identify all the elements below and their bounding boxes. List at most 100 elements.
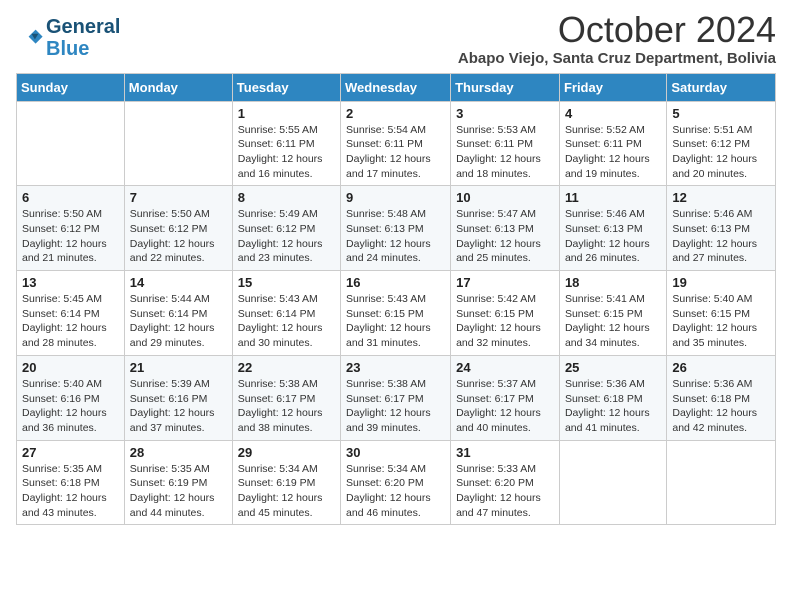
day-info: Sunrise: 5:33 AMSunset: 6:20 PMDaylight:… xyxy=(456,462,554,521)
day-info: Sunrise: 5:54 AMSunset: 6:11 PMDaylight:… xyxy=(346,123,445,182)
calendar-cell: 8Sunrise: 5:49 AMSunset: 6:12 PMDaylight… xyxy=(232,186,340,271)
calendar-cell: 31 Sunrise: 5:33 AMSunset: 6:20 PMDayligh… xyxy=(451,440,560,525)
day-number: 11 xyxy=(565,190,661,205)
calendar-cell: 7 Sunrise: 5:50 AMSunset: 6:12 PMDaylight… xyxy=(124,186,232,271)
calendar-cell: 26 Sunrise: 5:36 AMSunset: 6:18 PMDayligh… xyxy=(667,355,776,440)
day-info: Sunrise: 5:34 AMSunset: 6:19 PMDaylight:… xyxy=(238,462,335,521)
col-saturday: Saturday xyxy=(667,73,776,101)
page: General Blue October 2024 Abapo Viejo, S… xyxy=(0,0,792,541)
day-number: 29 xyxy=(238,445,335,460)
day-number: 10 xyxy=(456,190,554,205)
day-number: 25 xyxy=(565,360,661,375)
calendar-week-5: 27 Sunrise: 5:35 AMSunset: 6:18 PMDayligh… xyxy=(17,440,776,525)
calendar-body: 1Sunrise: 5:55 AMSunset: 6:11 PMDaylight… xyxy=(17,101,776,525)
subtitle: Abapo Viejo, Santa Cruz Department, Boli… xyxy=(458,50,776,67)
calendar-cell: 15 Sunrise: 5:43 AMSunset: 6:14 PMDayligh… xyxy=(232,271,340,356)
day-info: Sunrise: 5:50 AMSunset: 6:12 PMDaylight:… xyxy=(130,207,227,266)
calendar-cell: 2 Sunrise: 5:54 AMSunset: 6:11 PMDaylight… xyxy=(341,101,451,186)
day-number: 2 xyxy=(346,106,445,121)
calendar-cell: 24 Sunrise: 5:37 AMSunset: 6:17 PMDayligh… xyxy=(451,355,560,440)
day-info: Sunrise: 5:40 AMSunset: 6:15 PMDaylight:… xyxy=(672,292,770,351)
day-info: Sunrise: 5:45 AMSunset: 6:14 PMDaylight:… xyxy=(22,292,119,351)
calendar-cell: 23 Sunrise: 5:38 AMSunset: 6:17 PMDayligh… xyxy=(341,355,451,440)
calendar-cell xyxy=(124,101,232,186)
calendar-cell: 22 Sunrise: 5:38 AMSunset: 6:17 PMDayligh… xyxy=(232,355,340,440)
calendar-week-1: 1Sunrise: 5:55 AMSunset: 6:11 PMDaylight… xyxy=(17,101,776,186)
calendar-week-2: 6 Sunrise: 5:50 AMSunset: 6:12 PMDaylight… xyxy=(17,186,776,271)
calendar-cell: 17Sunrise: 5:42 AMSunset: 6:15 PMDayligh… xyxy=(451,271,560,356)
day-number: 6 xyxy=(22,190,119,205)
day-info: Sunrise: 5:36 AMSunset: 6:18 PMDaylight:… xyxy=(672,377,770,436)
calendar-header-row: Sunday Monday Tuesday Wednesday Thursday… xyxy=(17,73,776,101)
day-number: 18 xyxy=(565,275,661,290)
day-info: Sunrise: 5:46 AMSunset: 6:13 PMDaylight:… xyxy=(565,207,661,266)
day-number: 14 xyxy=(130,275,227,290)
day-number: 24 xyxy=(456,360,554,375)
day-number: 27 xyxy=(22,445,119,460)
day-number: 23 xyxy=(346,360,445,375)
day-info: Sunrise: 5:37 AMSunset: 6:17 PMDaylight:… xyxy=(456,377,554,436)
day-info: Sunrise: 5:34 AMSunset: 6:20 PMDaylight:… xyxy=(346,462,445,521)
day-info: Sunrise: 5:51 AMSunset: 6:12 PMDaylight:… xyxy=(672,123,770,182)
day-number: 31 xyxy=(456,445,554,460)
calendar-cell: 14Sunrise: 5:44 AMSunset: 6:14 PMDayligh… xyxy=(124,271,232,356)
day-number: 30 xyxy=(346,445,445,460)
day-info: Sunrise: 5:36 AMSunset: 6:18 PMDaylight:… xyxy=(565,377,661,436)
col-monday: Monday xyxy=(124,73,232,101)
calendar-cell: 4 Sunrise: 5:52 AMSunset: 6:11 PMDaylight… xyxy=(559,101,666,186)
day-info: Sunrise: 5:47 AMSunset: 6:13 PMDaylight:… xyxy=(456,207,554,266)
day-info: Sunrise: 5:41 AMSunset: 6:15 PMDaylight:… xyxy=(565,292,661,351)
day-info: Sunrise: 5:43 AMSunset: 6:15 PMDaylight:… xyxy=(346,292,445,351)
day-number: 26 xyxy=(672,360,770,375)
col-wednesday: Wednesday xyxy=(341,73,451,101)
day-info: Sunrise: 5:38 AMSunset: 6:17 PMDaylight:… xyxy=(238,377,335,436)
col-sunday: Sunday xyxy=(17,73,125,101)
day-number: 13 xyxy=(22,275,119,290)
calendar-cell: 6 Sunrise: 5:50 AMSunset: 6:12 PMDaylight… xyxy=(17,186,125,271)
calendar-cell: 1Sunrise: 5:55 AMSunset: 6:11 PMDaylight… xyxy=(232,101,340,186)
day-info: Sunrise: 5:53 AMSunset: 6:11 PMDaylight:… xyxy=(456,123,554,182)
day-number: 16 xyxy=(346,275,445,290)
calendar-cell: 18 Sunrise: 5:41 AMSunset: 6:15 PMDayligh… xyxy=(559,271,666,356)
calendar-cell: 30 Sunrise: 5:34 AMSunset: 6:20 PMDayligh… xyxy=(341,440,451,525)
day-number: 28 xyxy=(130,445,227,460)
calendar-week-3: 13 Sunrise: 5:45 AMSunset: 6:14 PMDayligh… xyxy=(17,271,776,356)
day-info: Sunrise: 5:46 AMSunset: 6:13 PMDaylight:… xyxy=(672,207,770,266)
col-thursday: Thursday xyxy=(451,73,560,101)
calendar-cell xyxy=(667,440,776,525)
day-info: Sunrise: 5:52 AMSunset: 6:11 PMDaylight:… xyxy=(565,123,661,182)
title-block: October 2024 Abapo Viejo, Santa Cruz Dep… xyxy=(458,10,776,67)
day-number: 21 xyxy=(130,360,227,375)
header: General Blue October 2024 Abapo Viejo, S… xyxy=(16,10,776,67)
day-number: 5 xyxy=(672,106,770,121)
day-info: Sunrise: 5:50 AMSunset: 6:12 PMDaylight:… xyxy=(22,207,119,266)
day-info: Sunrise: 5:43 AMSunset: 6:14 PMDaylight:… xyxy=(238,292,335,351)
logo: General Blue xyxy=(16,16,120,60)
day-number: 12 xyxy=(672,190,770,205)
day-number: 7 xyxy=(130,190,227,205)
calendar: Sunday Monday Tuesday Wednesday Thursday… xyxy=(16,73,776,526)
day-number: 19 xyxy=(672,275,770,290)
day-number: 8 xyxy=(238,190,335,205)
calendar-cell xyxy=(559,440,666,525)
logo-icon xyxy=(16,24,44,52)
day-info: Sunrise: 5:35 AMSunset: 6:18 PMDaylight:… xyxy=(22,462,119,521)
calendar-cell: 19 Sunrise: 5:40 AMSunset: 6:15 PMDayligh… xyxy=(667,271,776,356)
day-number: 20 xyxy=(22,360,119,375)
day-number: 22 xyxy=(238,360,335,375)
calendar-cell: 10 Sunrise: 5:47 AMSunset: 6:13 PMDayligh… xyxy=(451,186,560,271)
calendar-cell: 9Sunrise: 5:48 AMSunset: 6:13 PMDaylight… xyxy=(341,186,451,271)
day-info: Sunrise: 5:38 AMSunset: 6:17 PMDaylight:… xyxy=(346,377,445,436)
day-info: Sunrise: 5:39 AMSunset: 6:16 PMDaylight:… xyxy=(130,377,227,436)
logo-text: General Blue xyxy=(46,16,120,60)
calendar-cell: 13 Sunrise: 5:45 AMSunset: 6:14 PMDayligh… xyxy=(17,271,125,356)
calendar-cell: 25 Sunrise: 5:36 AMSunset: 6:18 PMDayligh… xyxy=(559,355,666,440)
calendar-cell: 3Sunrise: 5:53 AMSunset: 6:11 PMDaylight… xyxy=(451,101,560,186)
month-title: October 2024 xyxy=(458,10,776,50)
calendar-cell: 27 Sunrise: 5:35 AMSunset: 6:18 PMDayligh… xyxy=(17,440,125,525)
calendar-cell: 5 Sunrise: 5:51 AMSunset: 6:12 PMDaylight… xyxy=(667,101,776,186)
day-number: 15 xyxy=(238,275,335,290)
day-number: 4 xyxy=(565,106,661,121)
day-info: Sunrise: 5:42 AMSunset: 6:15 PMDaylight:… xyxy=(456,292,554,351)
col-tuesday: Tuesday xyxy=(232,73,340,101)
